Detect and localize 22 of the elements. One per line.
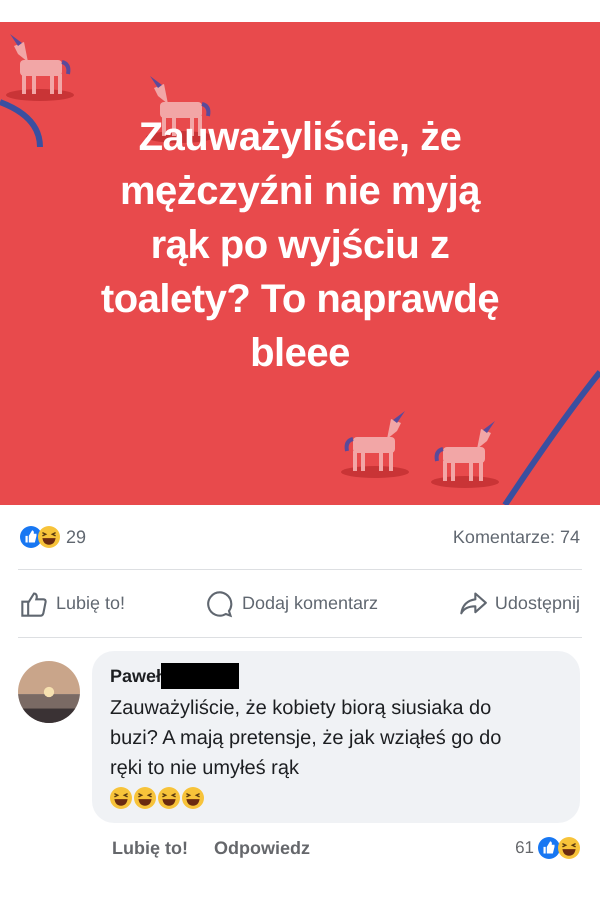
like-reaction-icon	[538, 837, 560, 859]
comment-button[interactable]: Dodaj komentarz	[200, 586, 384, 622]
comment-text: Zauważyliście, że kobiety biorą siusiaka do buzi? A mają pretensje, że jak wziąłeś go do ręki to nie umyłeś rąk	[110, 696, 502, 781]
comment-count[interactable]: Komentarze: 74	[452, 526, 580, 548]
laughing-reaction-icon	[558, 837, 580, 859]
avatar	[18, 661, 80, 723]
laughing-emoji-icon	[110, 787, 132, 809]
laughing-emoji-icon	[182, 787, 204, 809]
laughing-reaction-icon	[38, 526, 60, 548]
like-button[interactable]: Lubię to!	[14, 586, 132, 622]
thumbs-up-icon	[20, 590, 48, 618]
reaction-count: 29	[66, 526, 86, 548]
comment-reaction-count: 61	[515, 838, 534, 858]
image-caption: Zauważyliście, że mężczyźni nie myją rąk po wyjściu z toalety? To naprawdę bleee	[100, 114, 500, 377]
comment-action-link[interactable]: Lubię to!	[104, 836, 196, 860]
laughing-emoji-icon	[134, 787, 156, 809]
comment-action-link[interactable]: Odpowiedz	[206, 836, 318, 860]
laughing-emoji-icon	[158, 787, 180, 809]
speech-bubble-icon	[206, 590, 234, 618]
author-name[interactable]: Paweł	[110, 666, 162, 686]
share-button[interactable]: Udostępnij	[452, 586, 586, 622]
share-arrow-icon	[458, 590, 487, 618]
